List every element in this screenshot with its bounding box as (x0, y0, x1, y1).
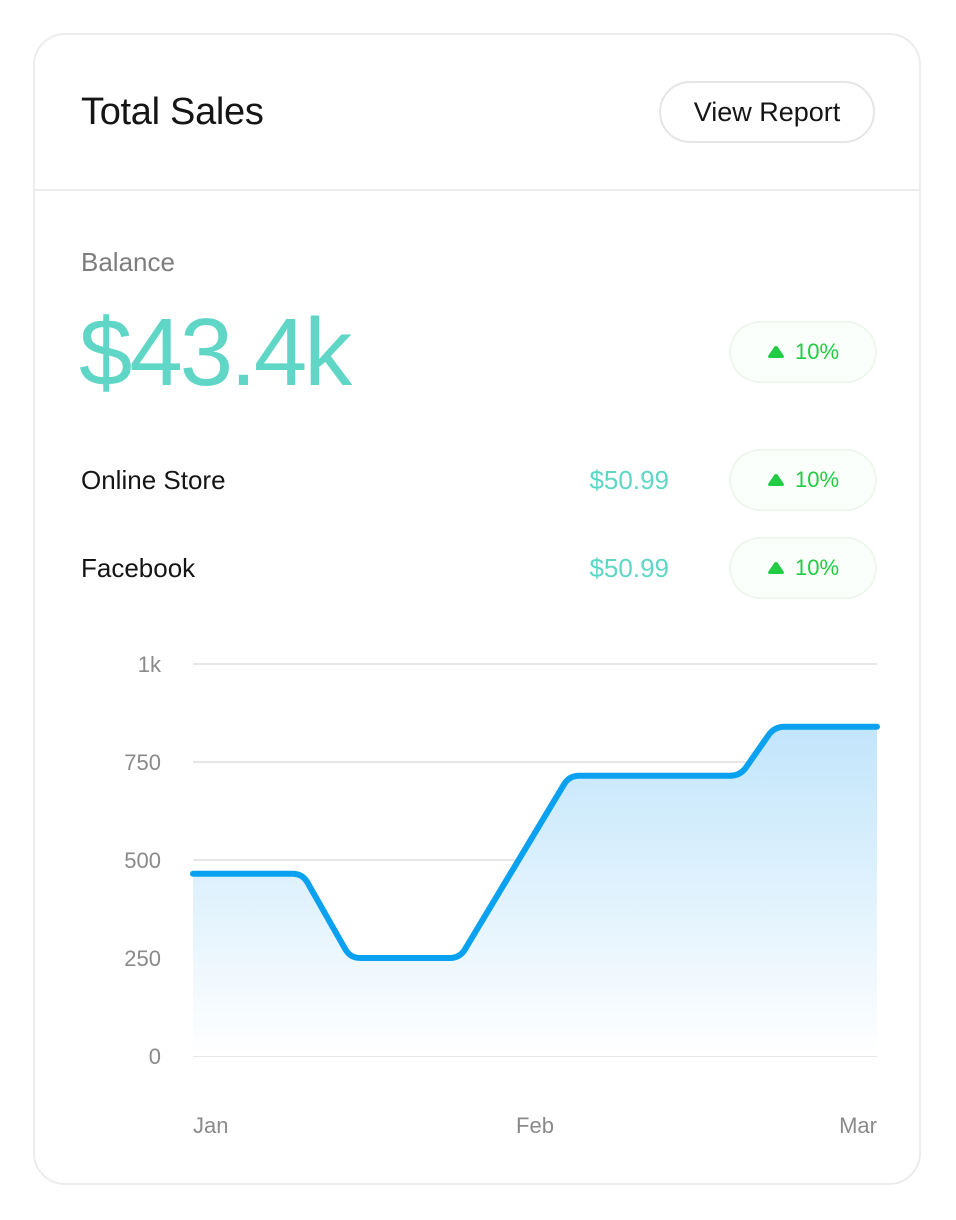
total-sales-card: Total Sales View Report Balance $43.4k 1… (33, 33, 921, 1185)
x-tick-label: Mar (839, 1113, 877, 1138)
y-tick-label: 0 (149, 1044, 161, 1069)
y-tick-label: 750 (124, 750, 161, 775)
y-tick-label: 500 (124, 848, 161, 873)
y-tick-label: 250 (124, 946, 161, 971)
sales-chart: 0 250 500 750 1k Jan Feb Mar (124, 652, 880, 1138)
x-tick-label: Feb (516, 1113, 554, 1138)
x-tick-label: Jan (193, 1113, 228, 1138)
y-tick-label: 1k (138, 652, 162, 677)
series-area (193, 726, 877, 1056)
